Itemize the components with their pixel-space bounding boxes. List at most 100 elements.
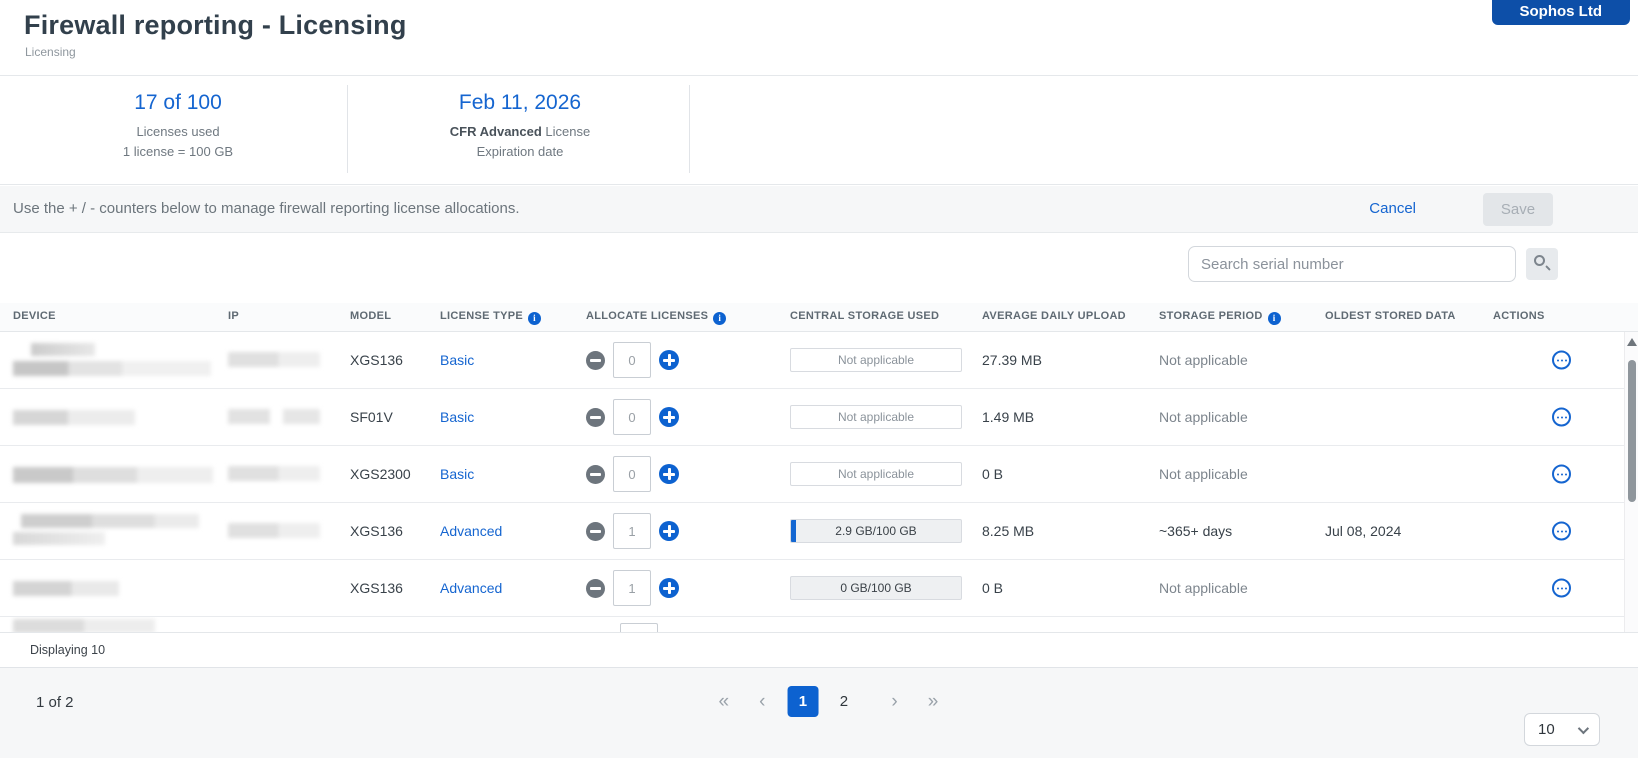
info-icon[interactable] — [713, 312, 726, 325]
row-actions-button[interactable] — [1552, 408, 1571, 427]
storage-period: Not applicable — [1159, 466, 1248, 482]
license-type-link[interactable]: Basic — [440, 409, 474, 425]
vertical-scrollbar[interactable] — [1624, 332, 1638, 632]
instruction-text: Use the + / - counters below to manage f… — [13, 200, 520, 217]
increase-allocation-button[interactable] — [659, 407, 679, 427]
redacted-ip-address — [228, 352, 320, 368]
increase-allocation-button[interactable] — [659, 350, 679, 370]
licenses-used-value: 17 of 100 — [28, 91, 328, 115]
next-page-button[interactable]: › — [883, 687, 905, 717]
increase-allocation-button[interactable] — [659, 464, 679, 484]
device-model: XGS136 — [350, 352, 403, 368]
page-size-value: 10 — [1538, 721, 1555, 738]
allocate-licenses-input[interactable] — [613, 456, 651, 492]
account-badge: Sophos Ltd — [1492, 0, 1631, 25]
decrease-allocation-button[interactable] — [586, 351, 605, 370]
license-type-link[interactable]: Advanced — [440, 523, 502, 539]
column-header-allocate-licenses: ALLOCATE LICENSES — [586, 310, 726, 325]
previous-page-button[interactable]: ‹ — [751, 687, 773, 717]
redacted-device-name — [13, 571, 223, 605]
partial-table-row — [0, 617, 1638, 632]
device-model: XGS2300 — [350, 466, 411, 482]
info-icon[interactable] — [1268, 312, 1281, 325]
storage-text: 0 GB/100 GB — [840, 581, 911, 595]
scroll-up-arrow-icon[interactable] — [1627, 338, 1637, 346]
page-header: Firewall reporting - Licensing Licensing… — [0, 0, 1638, 76]
storage-period: ~365+ days — [1159, 523, 1232, 539]
row-actions-button[interactable] — [1552, 522, 1571, 541]
licenses-used-label: Licenses used — [28, 122, 328, 142]
storage-text: Not applicable — [838, 410, 914, 424]
table-row: XGS136 Advanced 0 GB/100 GB 0 B Not appl… — [0, 560, 1638, 617]
displaying-bar: Displaying 10 — [0, 632, 1638, 667]
page-number-list: 12 — [787, 686, 869, 717]
column-header-storage-period: STORAGE PERIOD — [1159, 310, 1281, 325]
redacted-ip-address — [228, 523, 320, 539]
column-header-oldest-stored-data: OLDEST STORED DATA — [1325, 310, 1456, 322]
average-daily-upload: 1.49 MB — [982, 409, 1034, 425]
central-storage-indicator: Not applicable — [790, 462, 962, 486]
info-icon[interactable] — [528, 312, 541, 325]
allocate-licenses-input[interactable] — [613, 513, 651, 549]
redacted-ip-address — [228, 409, 320, 425]
row-actions-button[interactable] — [1552, 579, 1571, 598]
first-page-button[interactable]: « — [711, 687, 738, 717]
redacted-device-name — [13, 457, 223, 491]
average-daily-upload: 0 B — [982, 580, 1003, 596]
device-model: XGS136 — [350, 523, 403, 539]
central-storage-indicator: 2.9 GB/100 GB — [790, 519, 962, 543]
page-title: Firewall reporting - Licensing — [24, 10, 407, 41]
page-button-1[interactable]: 1 — [787, 686, 818, 717]
table-row: XGS136 Advanced 2.9 GB/100 GB 8.25 MB ~3… — [0, 503, 1638, 560]
search-button[interactable] — [1526, 248, 1558, 280]
redacted-device-name — [13, 619, 223, 632]
table-header: DEVICE IP MODEL LICENSE TYPE ALLOCATE LI… — [0, 303, 1638, 332]
expiration-stat: Feb 11, 2026 CFR Advanced License Expira… — [370, 91, 670, 162]
cancel-button[interactable]: Cancel — [1369, 200, 1416, 217]
column-header-model: MODEL — [350, 310, 391, 322]
decrease-allocation-button[interactable] — [586, 465, 605, 484]
column-header-license-type: LICENSE TYPE — [440, 310, 541, 325]
decrease-allocation-button[interactable] — [586, 522, 605, 541]
save-button[interactable]: Save — [1483, 193, 1553, 226]
search-icon — [1534, 255, 1545, 266]
allocate-licenses-input[interactable] — [613, 399, 651, 435]
license-type-link[interactable]: Basic — [440, 466, 474, 482]
central-storage-indicator: Not applicable — [790, 348, 962, 372]
stat-divider — [689, 85, 690, 173]
search-section — [0, 233, 1638, 303]
allocate-licenses-input[interactable] — [613, 342, 651, 378]
search-input[interactable] — [1188, 246, 1516, 282]
more-options-icon — [1561, 530, 1563, 532]
last-page-button[interactable]: » — [920, 687, 947, 717]
decrease-allocation-button[interactable] — [586, 408, 605, 427]
column-header-average-daily-upload: AVERAGE DAILY UPLOAD — [982, 310, 1126, 322]
decrease-allocation-button[interactable] — [586, 579, 605, 598]
page-button-2[interactable]: 2 — [828, 686, 859, 717]
scrollbar-thumb[interactable] — [1628, 360, 1636, 502]
increase-allocation-button[interactable] — [659, 521, 679, 541]
storage-period: Not applicable — [1159, 409, 1248, 425]
license-ratio-label: 1 license = 100 GB — [28, 142, 328, 162]
row-actions-button[interactable] — [1552, 465, 1571, 484]
row-actions-button[interactable] — [1552, 351, 1571, 370]
device-model: SF01V — [350, 409, 393, 425]
table-body: XGS136 Basic Not applicable 27.39 MB Not… — [0, 332, 1638, 617]
increase-allocation-button[interactable] — [659, 578, 679, 598]
table-row: XGS136 Basic Not applicable 27.39 MB Not… — [0, 332, 1638, 389]
expiration-label: Expiration date — [370, 142, 670, 162]
storage-period: Not applicable — [1159, 352, 1248, 368]
central-storage-indicator: 0 GB/100 GB — [790, 576, 962, 600]
redacted-device-name — [13, 400, 223, 434]
page-size-select[interactable]: 10 — [1524, 713, 1600, 746]
more-options-icon — [1561, 359, 1563, 361]
allocate-licenses-input-partial — [620, 623, 658, 632]
license-type-link[interactable]: Basic — [440, 352, 474, 368]
allocate-licenses-input[interactable] — [613, 570, 651, 606]
storage-period: Not applicable — [1159, 580, 1248, 596]
redacted-ip-address — [228, 466, 320, 482]
more-options-icon — [1561, 416, 1563, 418]
license-type-link[interactable]: Advanced — [440, 580, 502, 596]
average-daily-upload: 27.39 MB — [982, 352, 1042, 368]
column-header-device: DEVICE — [13, 310, 56, 322]
